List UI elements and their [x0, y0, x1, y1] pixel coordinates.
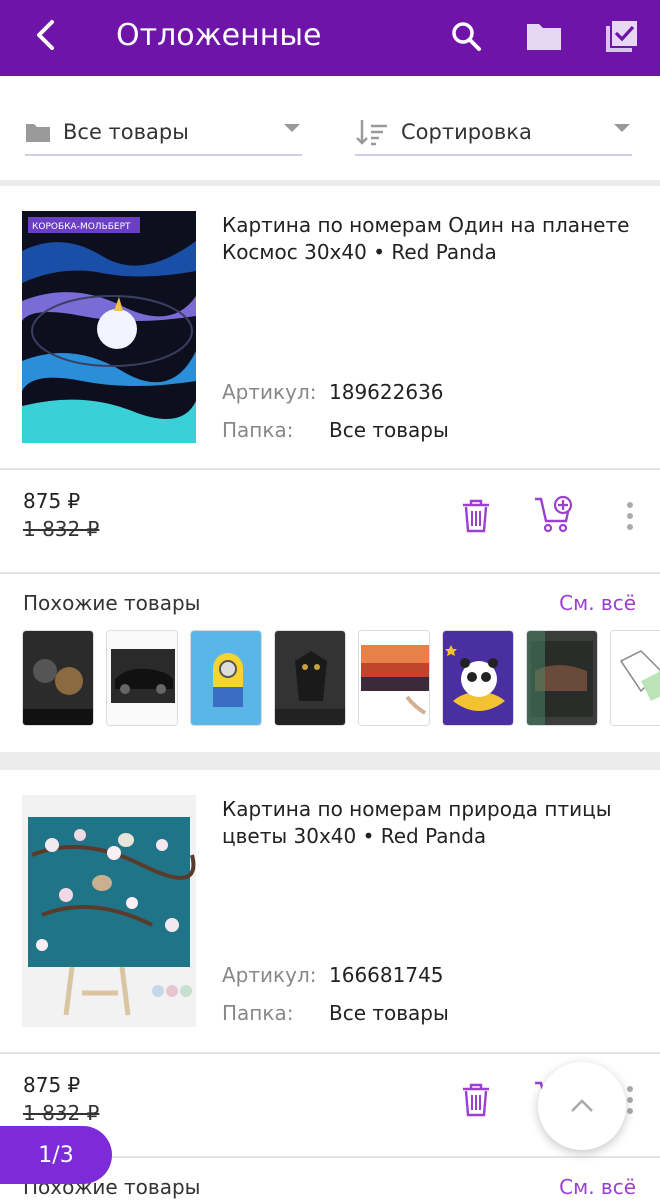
article-value: 166681745: [329, 963, 444, 987]
chevron-down-icon: [614, 124, 630, 132]
product-image[interactable]: КОРОБКА-МОЛЬБЕРТ: [22, 211, 196, 443]
back-arrow-icon: [37, 20, 54, 50]
product-card: КОРОБКА-МОЛЬБЕРТ Картина по номерам Один…: [0, 186, 660, 752]
trash-icon: [463, 1083, 489, 1117]
old-price: 1 832 ₽: [23, 517, 100, 541]
chevron-down-icon: [284, 124, 300, 132]
folder-icon: [26, 124, 50, 142]
box-label: КОРОБКА-МОЛЬБЕРТ: [32, 222, 131, 232]
similar-product-thumb[interactable]: [526, 630, 598, 726]
folder-row: Папка: Все товары: [222, 1000, 449, 1026]
folder-icon: [527, 24, 561, 50]
divider: [0, 468, 660, 470]
more-vertical-icon: [627, 502, 633, 530]
old-price: 1 832 ₽: [23, 1101, 100, 1125]
similar-product-thumb[interactable]: [190, 630, 262, 726]
folder-filter-value: Все товары: [63, 120, 189, 144]
similar-products-strip: [22, 630, 660, 726]
divider: [0, 572, 660, 574]
current-price: 875 ₽: [23, 1073, 81, 1097]
similar-product-thumb[interactable]: [22, 630, 94, 726]
scroll-to-top-button[interactable]: [538, 1062, 626, 1150]
trash-icon: [463, 499, 489, 533]
see-all-link[interactable]: См. всё: [559, 591, 636, 615]
cart-plus-icon: [535, 495, 573, 533]
page-indicator: 1/3: [0, 1126, 112, 1184]
folder-value: Все товары: [329, 1001, 449, 1025]
folder-value: Все товары: [329, 418, 449, 442]
app-bar: Отложенные: [0, 0, 660, 76]
article-row: Артикул: 189622636: [222, 379, 444, 405]
search-button[interactable]: [442, 12, 490, 60]
back-button[interactable]: [26, 14, 70, 58]
filter-bar: Все товары Сортировка: [0, 76, 660, 180]
see-all-link[interactable]: См. всё: [559, 1175, 636, 1199]
current-price: 875 ₽: [23, 489, 81, 513]
search-icon: [452, 22, 481, 51]
similar-product-thumb[interactable]: [442, 630, 514, 726]
product-title[interactable]: Картина по номерам Один на планете Космо…: [222, 212, 642, 266]
sort-dropdown[interactable]: Сортировка: [355, 110, 632, 156]
select-checkbox-icon: [606, 19, 639, 52]
add-to-cart-button[interactable]: [532, 492, 576, 536]
sort-icon: [356, 120, 387, 146]
folder-label: Папка:: [222, 1001, 294, 1025]
product-image[interactable]: [22, 795, 196, 1027]
folders-button[interactable]: [520, 12, 568, 60]
article-row: Артикул: 166681745: [222, 962, 444, 988]
similar-product-thumb[interactable]: [274, 630, 346, 726]
chevron-up-icon: [571, 1099, 593, 1112]
divider: [0, 1052, 660, 1054]
sort-label: Сортировка: [401, 120, 532, 144]
similar-product-thumb[interactable]: [106, 630, 178, 726]
folder-label: Папка:: [222, 418, 294, 442]
select-mode-button[interactable]: [598, 12, 646, 60]
folder-row: Папка: Все товары: [222, 417, 449, 443]
more-vertical-icon: [627, 1086, 633, 1114]
article-label: Артикул:: [222, 380, 317, 404]
similar-product-thumb[interactable]: [610, 630, 660, 726]
delete-button[interactable]: [454, 1078, 498, 1122]
similar-products-label: Похожие товары: [23, 591, 201, 615]
article-label: Артикул:: [222, 963, 317, 987]
product-title[interactable]: Картина по номерам природа птицы цветы 3…: [222, 796, 642, 850]
more-options-button[interactable]: [608, 494, 652, 538]
folder-filter-dropdown[interactable]: Все товары: [25, 110, 302, 156]
page-title: Отложенные: [116, 18, 322, 53]
similar-product-thumb[interactable]: [358, 630, 430, 726]
delete-button[interactable]: [454, 494, 498, 538]
article-value: 189622636: [329, 380, 444, 404]
